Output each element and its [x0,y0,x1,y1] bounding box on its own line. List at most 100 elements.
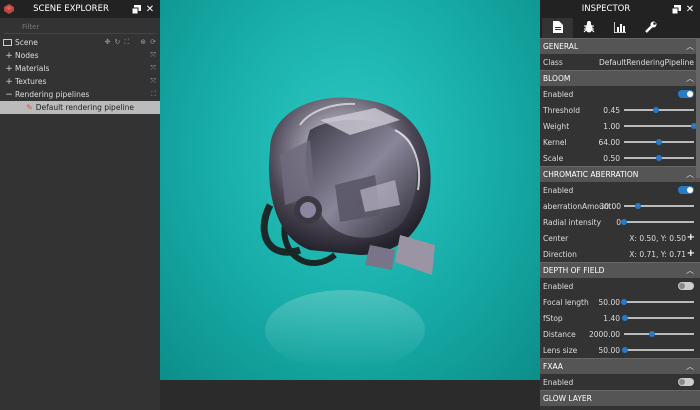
fxaa-enabled-toggle[interactable] [678,378,694,386]
distance-value: 2000.00 [588,329,620,339]
threshold-row: Threshold 0.45 [540,102,700,118]
section-general[interactable]: GENERAL ︿ [540,38,700,54]
select-icon[interactable]: ⛶ [124,38,129,47]
center-label: Center [543,233,569,243]
tree-item-scene[interactable]: Scene ✥ ↻ ⛶ ⊕ ⟳ [0,36,160,49]
fstop-row: fStop 1.40 [540,310,700,326]
tree-item-materials[interactable]: + Materials ⤧ [0,62,160,75]
chevron-up-icon[interactable]: ︿ [686,169,694,180]
bug-icon [583,21,595,35]
filter-input[interactable]: Filter [4,20,156,34]
document-icon [552,21,563,35]
tree-item-label: Rendering pipelines [15,90,90,99]
kernel-label: Kernel [543,137,567,147]
weight-slider[interactable] [624,123,697,129]
section-fxaa[interactable]: FXAA ︿ [540,358,700,374]
section-depth-of-field[interactable]: DEPTH OF FIELD ︿ [540,262,700,278]
render-viewport[interactable] [160,0,540,380]
section-glow-layer[interactable]: GLOW LAYER [540,390,700,406]
enabled-label: Enabled [543,281,574,291]
section-title: BLOOM [543,74,571,83]
close-icon[interactable]: ✕ [144,3,156,15]
fxaa-enabled-row: Enabled [540,374,700,390]
expand-toggle[interactable]: + [3,64,15,74]
chromatic-enabled-row: Enabled [540,182,700,198]
dof-enabled-toggle[interactable] [678,282,694,290]
inspector-scrollbar[interactable] [696,38,700,178]
aberration-amount-row: aberrationAmount 30.00 [540,198,700,214]
tree-item-label: Default rendering pipeline [35,103,134,112]
fstop-slider[interactable] [622,315,694,321]
aberration-amount-slider[interactable] [624,203,694,209]
expand-toggle[interactable]: + [3,51,15,61]
expand-all-icon[interactable]: ⤧ [150,51,156,60]
section-chromatic-aberration[interactable]: CHROMATIC ABERRATION ︿ [540,166,700,182]
tab-statistics[interactable] [604,18,635,38]
tree-item-rendering-pipelines[interactable]: − Rendering pipelines ⛶ [0,88,160,101]
direction-value: X: 0.71, Y: 0.71 [629,249,686,259]
section-title: GLOW LAYER [543,394,592,403]
popout-icon[interactable] [130,3,142,15]
radial-intensity-label: Radial intensity [543,217,602,227]
gizmo-translate-icon[interactable]: ✥ [105,38,111,47]
lens-size-slider[interactable] [622,347,694,353]
collapse-all-icon[interactable]: ⛶ [151,90,156,99]
threshold-slider[interactable] [624,107,694,113]
enabled-label: Enabled [543,185,574,195]
section-bloom[interactable]: BLOOM ︿ [540,70,700,86]
chromatic-enabled-toggle[interactable] [678,186,694,194]
focal-length-slider[interactable] [621,299,694,305]
expand-toggle[interactable]: + [3,77,15,87]
tab-properties[interactable] [542,18,573,38]
helmet-model [260,97,435,370]
weight-value: 1.00 [603,121,620,131]
chevron-up-icon[interactable]: ︿ [686,41,694,52]
tab-tools[interactable] [635,18,666,38]
weight-row: Weight 1.00 [540,118,700,134]
direction-label: Direction [543,249,577,259]
sync-icon[interactable]: ⟳ [150,38,156,47]
radial-intensity-row: Radial intensity 0 [540,214,700,230]
focal-length-row: Focal length 50.00 [540,294,700,310]
explorer-title: SCENE EXPLORER [33,4,109,14]
popout-icon[interactable] [670,3,682,15]
distance-label: Distance [543,329,576,339]
viewport-bottom-bar [160,380,540,410]
expand-plus-icon[interactable]: + [687,232,695,243]
section-title: CHROMATIC ABERRATION [543,170,639,179]
expand-plus-icon[interactable]: + [687,248,695,259]
fstop-value: 1.40 [603,313,620,323]
inspector-header: INSPECTOR ✕ [540,0,700,18]
expand-all-icon[interactable]: ⤧ [150,77,156,86]
refresh-icon[interactable]: ↻ [114,38,120,47]
section-title: FXAA [543,362,563,371]
lens-size-row: Lens size 50.00 [540,342,700,358]
chevron-up-icon[interactable]: ︿ [686,265,694,276]
scale-value: 0.50 [603,153,620,163]
inspector-title: INSPECTOR [581,4,631,14]
center-row: Center X: 0.50, Y: 0.50 + [540,230,700,246]
tree-item-label: Nodes [15,51,39,60]
lens-size-value: 50.00 [598,345,620,355]
close-icon[interactable]: ✕ [684,3,696,15]
chevron-up-icon[interactable]: ︿ [686,361,694,372]
chevron-up-icon[interactable]: ︿ [686,73,694,84]
weight-label: Weight [543,121,570,131]
target-icon[interactable]: ⊕ [140,38,146,47]
tree-item-default-rendering-pipeline[interactable]: ✎ Default rendering pipeline [0,101,160,114]
enabled-label: Enabled [543,89,574,99]
tree-item-label: Textures [15,77,47,86]
tree-item-textures[interactable]: + Textures ⤧ [0,75,160,88]
collapse-toggle[interactable]: − [3,90,15,100]
bloom-enabled-toggle[interactable] [678,90,694,98]
tree-item-nodes[interactable]: + Nodes ⤧ [0,49,160,62]
fstop-label: fStop [543,313,563,323]
inspector-panel: INSPECTOR ✕ GENERAL ︿ Class DefaultRende… [540,0,700,410]
tab-debug[interactable] [573,18,604,38]
kernel-slider[interactable] [624,139,694,145]
scale-slider[interactable] [624,155,694,161]
expand-all-icon[interactable]: ⤧ [150,64,156,73]
distance-slider[interactable] [624,331,694,337]
babylon-logo-icon [4,4,14,14]
radial-intensity-slider[interactable] [621,219,694,225]
